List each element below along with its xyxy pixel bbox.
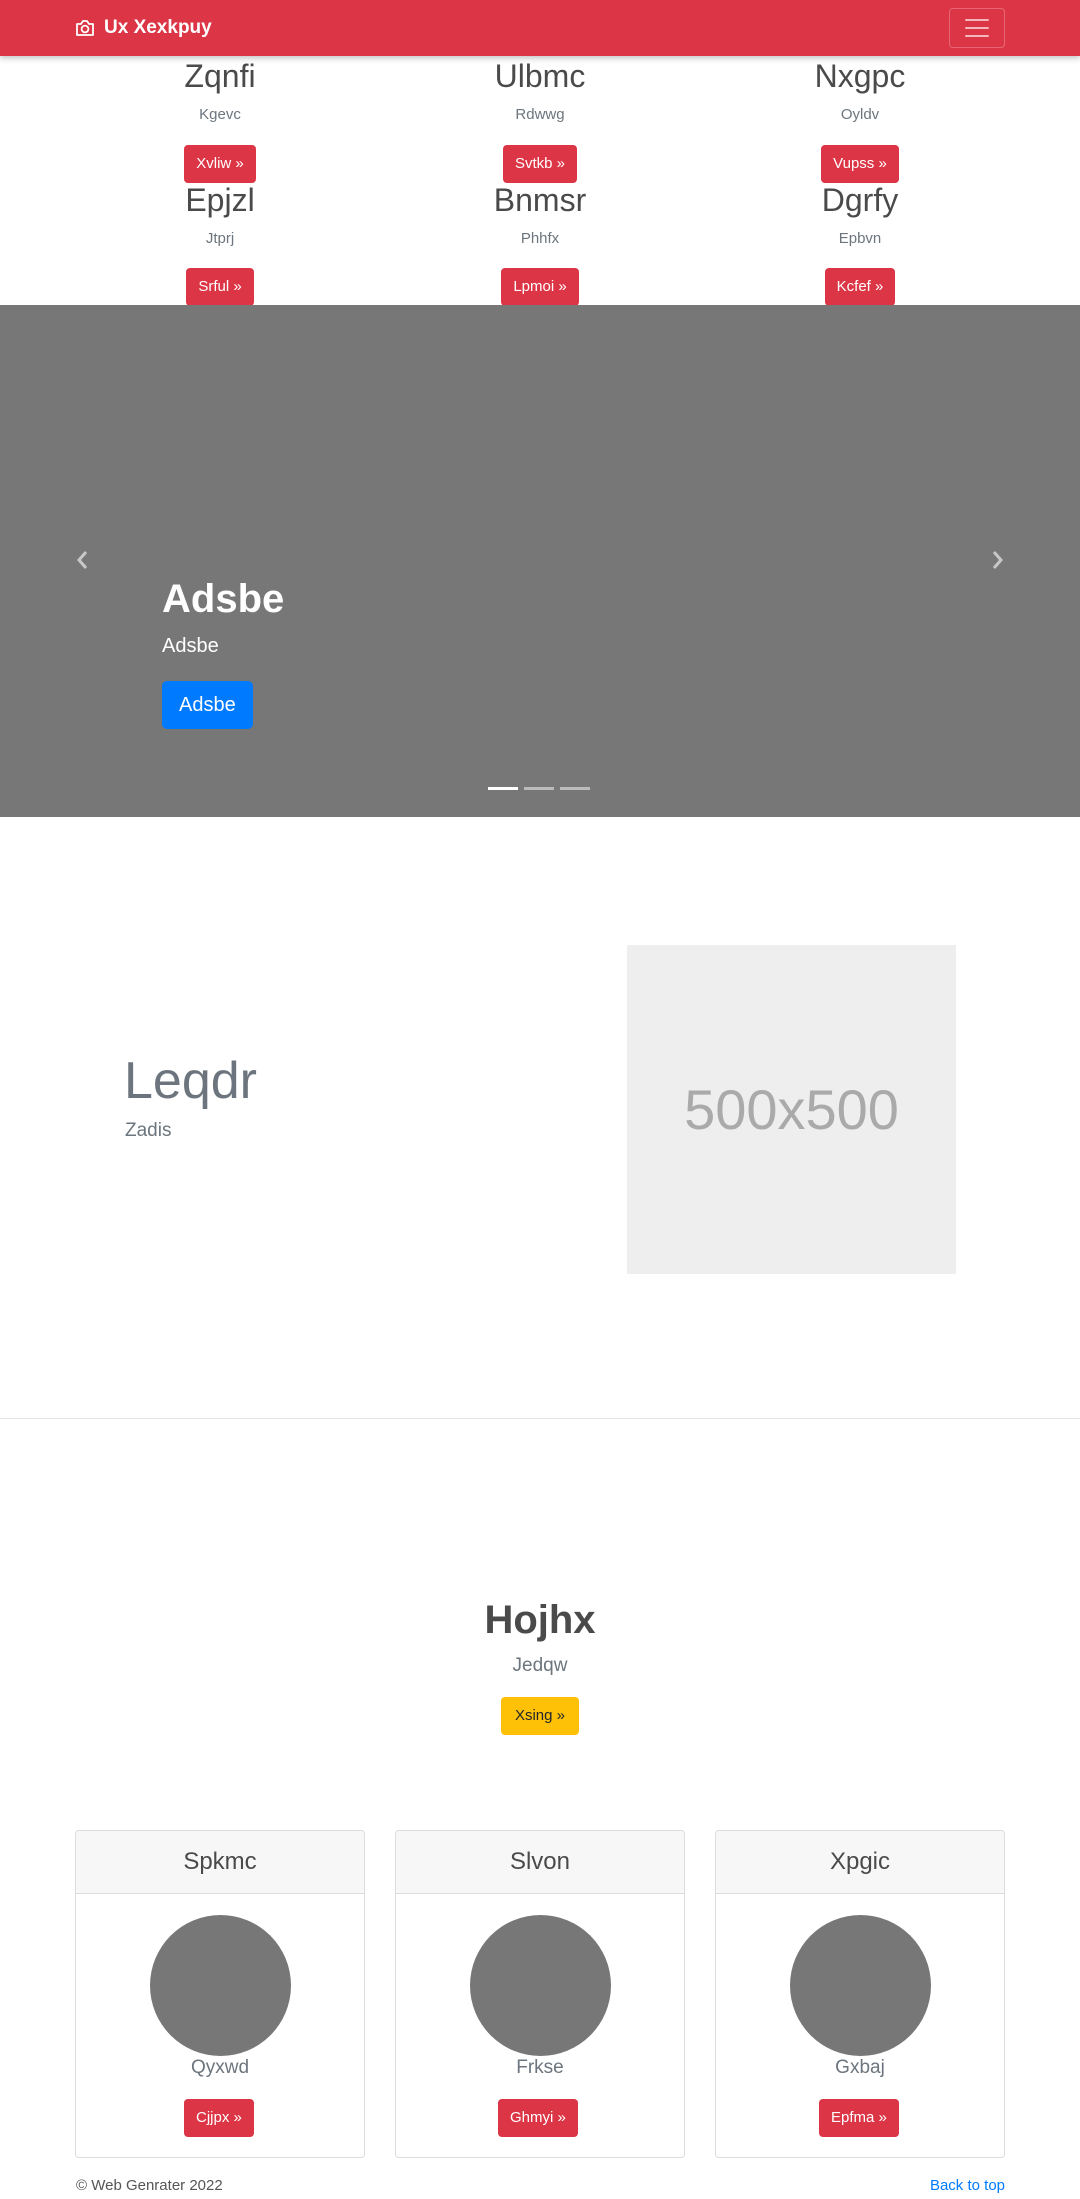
placeholder-label: 500x500 [684,1078,899,1141]
avatar [470,1915,611,2056]
product-title: Nxgpc [814,58,906,94]
profile-card: Slvon Frkse Ghmyi » [395,1830,685,2158]
card-name: Gxbaj [835,2057,885,2078]
carousel-indicator-3[interactable] [560,787,590,790]
footer-copyright: © Web Genrater 2022 [76,2177,223,2194]
profile-card: Spkmc Qyxwd Cjjpx » [75,1830,365,2158]
navbar: Ux Xexkpuy [0,0,1080,56]
product-title: Bnmsr [493,182,587,218]
avatar [150,1915,291,2056]
brand-link[interactable]: Ux Xexkpuy [75,14,212,42]
product-item: Ulbmc Rdwwg Svtkb » [390,60,690,183]
product-item: Epjzl Jtprj Srful » [70,184,370,306]
card-button[interactable]: Epfma » [819,2099,899,2137]
product-button[interactable]: Srful » [186,268,254,306]
product-button[interactable]: Xvliw » [184,145,256,183]
carousel-indicator-2[interactable] [524,787,554,790]
back-to-top-link[interactable]: Back to top [930,2177,1005,2194]
hero-carousel: Adsbe Adsbe Adsbe [0,305,1080,817]
product-button[interactable]: Lpmoi » [501,268,579,306]
card-header: Xpgic [716,1831,1004,1894]
product-subtitle: Kgevc [199,106,241,123]
card-header: Spkmc [76,1831,364,1894]
chevron-left-icon [77,551,88,569]
product-item: Bnmsr Phhfx Lpmoi » [390,184,690,306]
product-subtitle: Oyldv [840,106,880,123]
product-title: Dgrfy [821,182,899,218]
carousel-next-button[interactable] [986,545,1010,575]
product-button[interactable]: Kcfef » [824,268,896,306]
card-button[interactable]: Ghmyi » [498,2099,578,2137]
section-divider [0,1418,1080,1419]
carousel-indicators [488,787,590,790]
card-name: Qyxwd [190,2057,250,2078]
product-title: Epjzl [185,182,255,218]
carousel-cta-button[interactable]: Adsbe [162,681,253,729]
chevron-right-icon [992,551,1003,569]
product-button[interactable]: Svtkb » [502,145,578,183]
product-title: Ulbmc [494,58,586,94]
section-button[interactable]: Xsing » [501,1697,579,1735]
feature-heading: Leqdr [124,1052,257,1110]
carousel-indicator-1[interactable] [488,787,518,790]
carousel-subtitle: Adsbe [162,635,219,657]
feature-subheading: Zadis [125,1120,172,1141]
camera-icon [76,20,94,36]
profile-card: Xpgic Gxbaj Epfma » [715,1830,1005,2158]
navbar-toggler-button[interactable] [949,8,1005,48]
avatar [790,1915,931,2056]
product-subtitle: Epbvn [838,230,882,247]
product-button[interactable]: Vupss » [821,145,899,183]
product-subtitle: Rdwwg [515,106,565,123]
card-name: Frkse [516,2057,564,2078]
product-item: Nxgpc Oyldv Vupss » [710,60,1010,183]
brand-name: Ux Xexkpuy [104,17,212,38]
product-title: Zqnfi [184,58,256,94]
product-item: Zqnfi Kgevc Xvliw » [70,60,370,183]
carousel-title: Adsbe [162,577,285,621]
product-item: Dgrfy Epbvn Kcfef » [710,184,1010,306]
carousel-prev-button[interactable] [70,545,94,575]
product-subtitle: Phhfx [520,230,560,247]
section-subtitle: Jedqw [512,1655,568,1676]
card-header: Slvon [396,1831,684,1894]
feature-image-placeholder: 500x500 [627,945,956,1274]
card-button[interactable]: Cjjpx » [184,2099,254,2137]
product-subtitle: Jtprj [205,230,235,247]
hamburger-icon [965,19,989,21]
section-title: Hojhx [484,1598,596,1642]
